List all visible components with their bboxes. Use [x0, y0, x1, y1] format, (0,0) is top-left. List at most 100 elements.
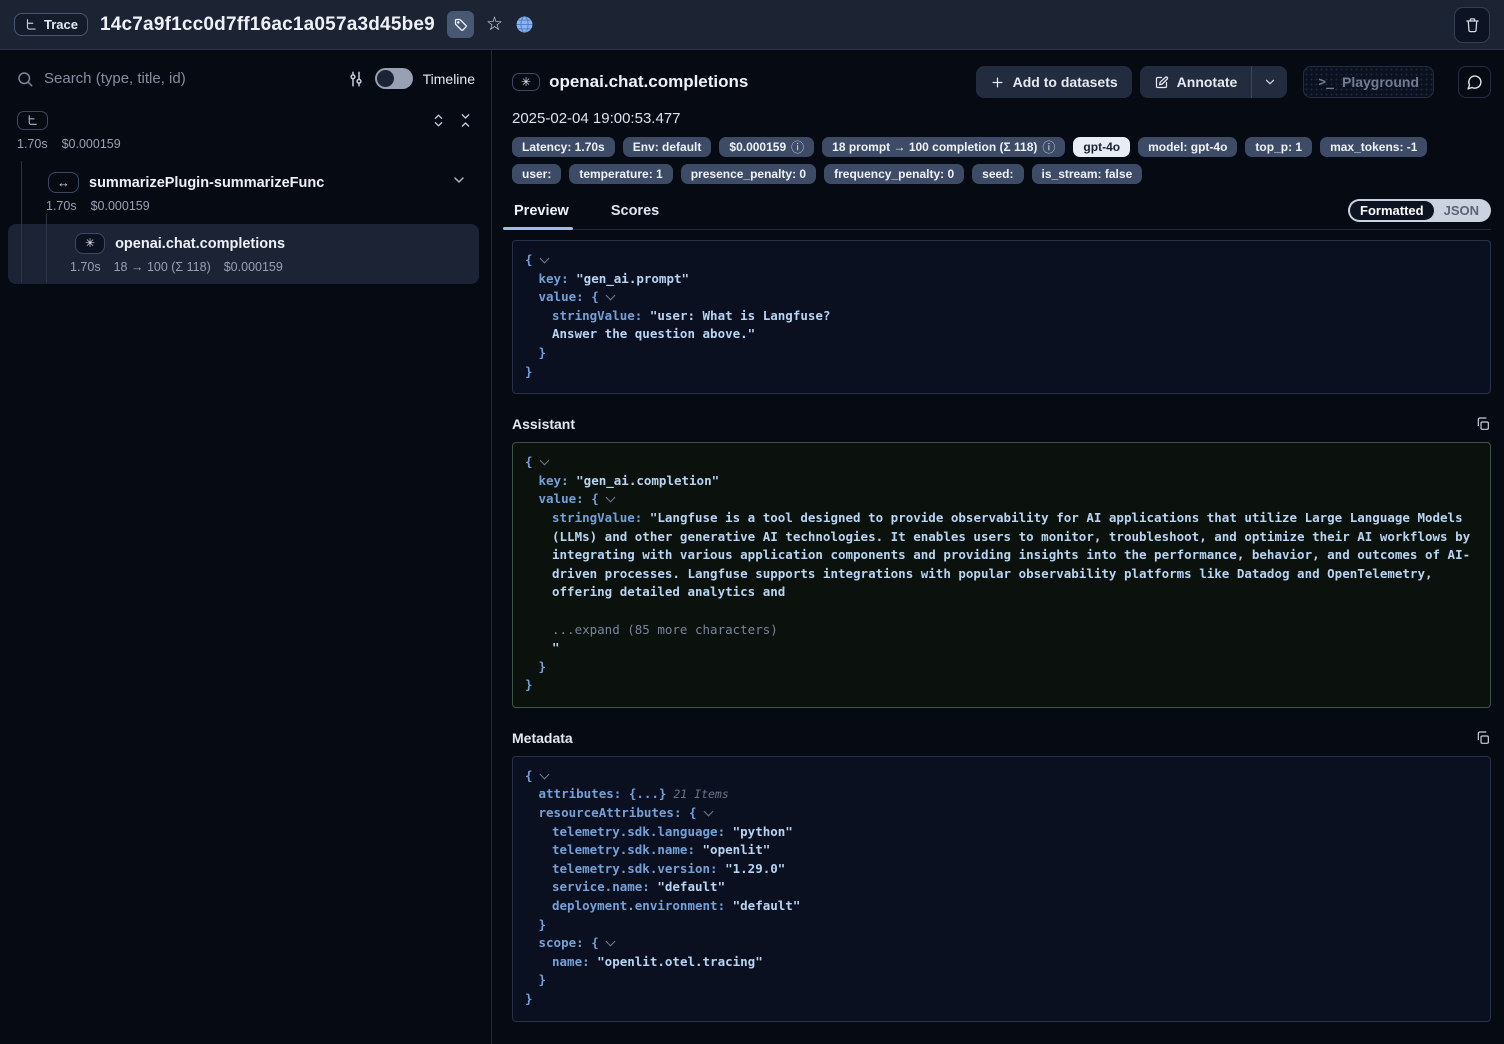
meta-badge: gpt-4o: [1073, 137, 1130, 157]
code-token: attributes:: [539, 786, 629, 801]
comment-button[interactable]: [1458, 66, 1491, 98]
node-collapse-control[interactable]: [451, 172, 467, 193]
code-line: key: "gen_ai.prompt": [525, 270, 1478, 289]
format-json-option[interactable]: JSON: [1434, 201, 1489, 220]
code-line: service.name: "default": [525, 878, 1478, 897]
meta-badge: 18 prompt → 100 completion (Σ 118) ⓘ: [822, 137, 1065, 157]
annotate-button[interactable]: Annotate: [1140, 66, 1252, 98]
code-token: "openlit.otel.tracing": [597, 954, 763, 969]
star-button[interactable]: ☆: [486, 15, 503, 34]
chevron-down-icon: [451, 172, 467, 188]
collapse-chevron-icon[interactable]: [703, 807, 713, 817]
code-token: stringValue:: [552, 308, 650, 323]
trace-type-badge: Trace: [14, 13, 88, 36]
collapse-all-icon[interactable]: [458, 113, 473, 128]
delete-trace-button[interactable]: [1454, 7, 1490, 43]
tab-scores[interactable]: Scores: [609, 199, 661, 229]
badge-label: model: gpt-4o: [1148, 140, 1227, 154]
format-toggle: Formatted JSON: [1348, 199, 1491, 222]
observation-title: openai.chat.completions: [549, 72, 748, 92]
tree-root-row[interactable]: [0, 111, 491, 130]
code-token: telemetry.sdk.name:: [552, 842, 703, 857]
code-token: }: [525, 991, 533, 1006]
filter-sliders-icon[interactable]: [347, 70, 365, 88]
code-token: "openlit": [703, 842, 771, 857]
collapse-chevron-icon[interactable]: [539, 769, 549, 779]
code-line: }: [525, 676, 1478, 695]
metadata-section-header: Metadata: [512, 730, 1491, 746]
badge-label: temperature: 1: [579, 167, 662, 181]
header-actions: Add to datasets Annotate >_ Playgrou: [976, 66, 1491, 98]
collapse-chevron-icon[interactable]: [605, 937, 615, 947]
code-line: {: [525, 453, 1478, 472]
trace-tree-sidebar: Timeline 1.70s $0.000159: [0, 50, 492, 1044]
observation-header: ✳ openai.chat.completions Add to dataset…: [512, 66, 1491, 98]
code-line: telemetry.sdk.name: "openlit": [525, 841, 1478, 860]
tree-node-summarize[interactable]: ↔ summarizePlugin-summarizeFunc: [0, 172, 491, 193]
tab-preview[interactable]: Preview: [512, 199, 571, 229]
code-line: }: [525, 658, 1478, 677]
meta-badge: user:: [512, 164, 561, 184]
code-token: }: [539, 972, 547, 987]
edit-icon: [1154, 75, 1169, 90]
code-token: deployment.environment:: [552, 898, 733, 913]
search-input[interactable]: [44, 70, 337, 87]
badge-label: is_stream: false: [1042, 167, 1133, 181]
trace-tree-icon: [24, 18, 38, 32]
tree-guide-line: [46, 214, 47, 283]
code-line: }: [525, 971, 1478, 990]
playground-button[interactable]: >_ Playground: [1303, 66, 1434, 98]
code-token: ": [552, 640, 560, 655]
code-line: }: [525, 344, 1478, 363]
code-token: {: [525, 768, 533, 783]
code-line: scope: {: [525, 934, 1478, 953]
copy-icon: [1475, 730, 1491, 746]
observation-timestamp: 2025-02-04 19:00:53.477: [512, 110, 1491, 127]
trace-root-badge: [17, 111, 48, 130]
timeline-toggle[interactable]: [375, 68, 413, 89]
collapse-chevron-icon[interactable]: [539, 254, 549, 264]
node-cost: $0.000159: [91, 199, 150, 213]
badge-label: 18 prompt → 100 completion (Σ 118): [832, 140, 1037, 154]
collapse-chevron-icon[interactable]: [605, 493, 615, 503]
code-line: attributes: {...} 21 Items: [525, 785, 1478, 804]
info-icon[interactable]: ⓘ: [791, 141, 804, 154]
code-line: }: [525, 990, 1478, 1009]
tag-button[interactable]: [447, 11, 474, 38]
plus-icon: [990, 75, 1005, 90]
code-token: key:: [539, 271, 577, 286]
code-token: }: [525, 364, 533, 379]
format-formatted-option[interactable]: Formatted: [1350, 201, 1434, 220]
code-token: {: [591, 289, 599, 304]
code-token: {: [525, 454, 533, 469]
meta-badge: seed:: [972, 164, 1023, 184]
code-token: {: [689, 805, 697, 820]
copy-assistant-button[interactable]: [1475, 416, 1491, 432]
add-to-datasets-button[interactable]: Add to datasets: [976, 66, 1132, 98]
tree-node-openai-selected[interactable]: ✳ openai.chat.completions 1.70s 18 → 100…: [8, 224, 479, 284]
expand-all-icon[interactable]: [431, 113, 446, 128]
metadata-section-title: Metadata: [512, 730, 573, 746]
code-token: "default": [657, 879, 725, 894]
code-token: "gen_ai.completion": [576, 473, 719, 488]
collapse-chevron-icon[interactable]: [539, 456, 549, 466]
code-line: stringValue: "user: What is Langfuse? An…: [525, 307, 1478, 344]
badge-label: seed:: [982, 167, 1013, 181]
collapse-chevron-icon[interactable]: [605, 291, 615, 301]
code-line: resourceAttributes: {: [525, 804, 1478, 823]
tree-fold-controls: [431, 113, 473, 128]
code-line: value: {: [525, 288, 1478, 307]
code-token: "python": [733, 824, 793, 839]
copy-metadata-button[interactable]: [1475, 730, 1491, 746]
metadata-code-block: {attributes: {...} 21 ItemsresourceAttri…: [512, 756, 1491, 1022]
info-icon[interactable]: ⓘ: [1042, 141, 1055, 154]
assistant-section-header: Assistant: [512, 416, 1491, 432]
code-line: [525, 602, 1478, 621]
search-icon: [16, 70, 34, 88]
chat-bubble-icon: [1466, 74, 1483, 91]
annotate-dropdown-button[interactable]: [1251, 66, 1287, 98]
code-token: telemetry.sdk.version:: [552, 861, 725, 876]
expand-link[interactable]: ...expand (85 more characters): [552, 622, 778, 637]
code-token: resourceAttributes:: [539, 805, 690, 820]
openai-icon: ✳: [512, 73, 540, 91]
